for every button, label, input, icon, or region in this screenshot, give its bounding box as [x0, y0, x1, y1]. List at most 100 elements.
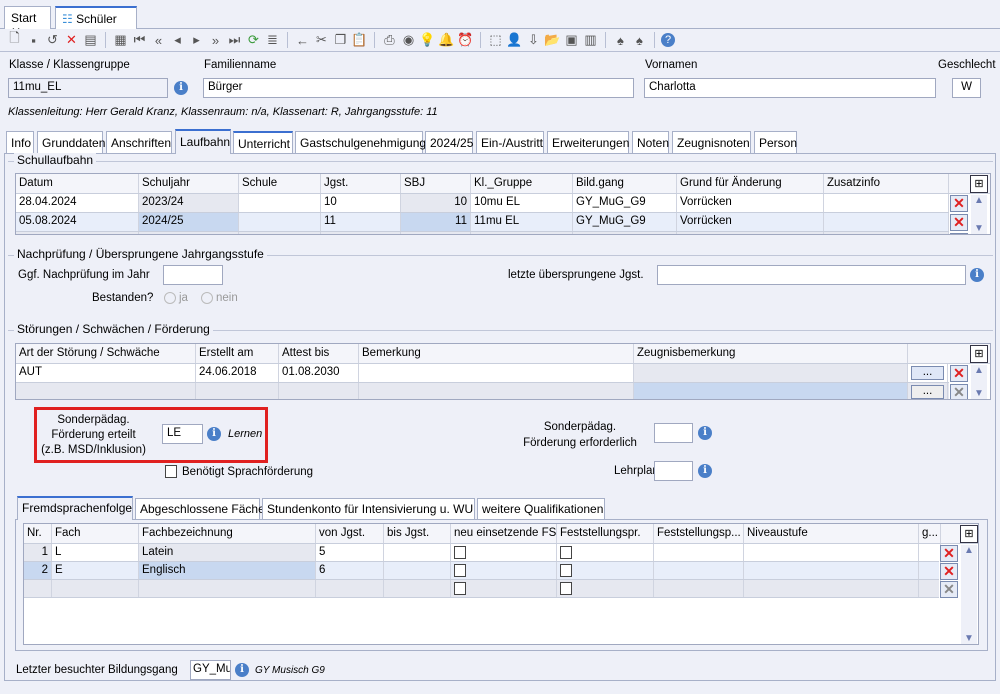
tab-2024-25[interactable]: 2024/25	[425, 131, 473, 153]
sprachfoerderung-checkbox[interactable]: Benötigt Sprachförderung	[165, 465, 313, 478]
details-icon[interactable]: ≣	[264, 32, 281, 49]
column-header[interactable]: Erstellt am	[196, 344, 279, 363]
column-chooser-icon[interactable]: ⊞	[970, 345, 988, 363]
next-icon[interactable]: ▸	[188, 32, 205, 49]
table-cell[interactable]: Vorrücken	[677, 194, 824, 212]
table-row[interactable]: 05.08.2024 2024/25 11 11 11mu EL GY_MuG_G9 Vor…	[16, 213, 949, 232]
table-row[interactable]: 2 E Englisch 6	[24, 562, 941, 580]
table-cell[interactable]	[139, 232, 239, 234]
familienname-field[interactable]: Bürger	[203, 78, 634, 98]
bell-icon[interactable]: 🔔	[438, 32, 455, 49]
table-cell[interactable]: 1	[24, 544, 52, 561]
info-icon[interactable]: i	[698, 426, 712, 440]
column-header[interactable]: Schule	[239, 174, 321, 193]
info-icon[interactable]: i	[698, 464, 712, 478]
prev-icon[interactable]: ◂	[169, 32, 186, 49]
table-cell[interactable]: 10	[401, 194, 471, 212]
column-header[interactable]: Nr.	[24, 524, 52, 543]
table-cell[interactable]: 01.08.2030	[279, 364, 359, 382]
table-cell[interactable]: L	[52, 544, 139, 561]
table-cell[interactable]	[359, 364, 634, 382]
column-header[interactable]: Datum	[16, 174, 139, 193]
table-cell[interactable]	[239, 232, 321, 234]
delete-row-button[interactable]: ✕	[940, 563, 958, 580]
column-header[interactable]: Attest bis	[279, 344, 359, 363]
table-cell[interactable]	[654, 580, 744, 597]
last-icon[interactable]: ⏭	[226, 32, 243, 49]
column-header[interactable]: g...	[919, 524, 941, 543]
table-cell[interactable]	[677, 232, 824, 234]
table-cell[interactable]	[24, 580, 52, 597]
copy-icon[interactable]: ❐	[332, 32, 349, 49]
table-cell[interactable]	[824, 232, 949, 234]
scroll-down-icon[interactable]: ▼	[961, 633, 977, 644]
doc-tab-schueler[interactable]: ☷ Schüler ✕	[55, 6, 137, 40]
lehrplan-field[interactable]	[654, 461, 693, 481]
table-cell[interactable]	[321, 232, 401, 234]
table-row[interactable]	[16, 232, 949, 234]
table-cell[interactable]	[654, 544, 744, 561]
group-a-icon[interactable]: ♠	[612, 32, 629, 49]
list-icon[interactable]: ▦	[112, 32, 129, 49]
scroll-up-icon[interactable]: ▲	[961, 545, 977, 556]
table-cell[interactable]: 6	[316, 562, 384, 579]
tab-noten[interactable]: Noten	[632, 131, 669, 153]
table-cell[interactable]	[451, 562, 557, 579]
checkbox[interactable]	[454, 564, 466, 577]
cut-icon[interactable]: ✂	[313, 32, 330, 49]
table-cell[interactable]	[316, 580, 384, 597]
klasse-field[interactable]: 11mu_EL	[8, 78, 168, 98]
tab-grunddaten[interactable]: Grunddaten	[37, 131, 105, 153]
info-icon[interactable]: i	[235, 663, 249, 677]
column-header[interactable]: Jgst.	[321, 174, 401, 193]
table-row[interactable]: AUT 24.06.2018 01.08.2030...	[16, 364, 949, 383]
table-cell[interactable]	[471, 232, 573, 234]
delete-row-button[interactable]: ✕	[950, 195, 968, 212]
radio-nein[interactable]: nein	[201, 292, 238, 304]
delete-row-button[interactable]: ✕	[950, 365, 968, 382]
import-icon[interactable]: ⇩	[525, 32, 542, 49]
table-cell[interactable]: 11mu EL	[471, 213, 573, 231]
scroll-down-icon[interactable]: ▼	[971, 223, 987, 234]
table-cell[interactable]: 24.06.2018	[196, 364, 279, 382]
table-cell[interactable]	[557, 562, 654, 579]
back-icon[interactable]: ←	[294, 32, 311, 49]
table-cell[interactable]: ...	[908, 383, 948, 399]
table-cell[interactable]: E	[52, 562, 139, 579]
cancel-icon[interactable]: ▤	[82, 32, 99, 49]
scroll-down-icon[interactable]: ▼	[971, 388, 987, 399]
table-cell[interactable]	[557, 580, 654, 597]
table-cell[interactable]	[139, 580, 316, 597]
table-cell[interactable]	[919, 562, 941, 579]
column-header[interactable]: Feststellungsp...	[654, 524, 744, 543]
export-icon[interactable]: ⬚	[487, 32, 504, 49]
uebersprungene-jgst-field[interactable]	[657, 265, 966, 285]
table-cell[interactable]: Latein	[139, 544, 316, 561]
idea-icon[interactable]: 💡	[419, 32, 436, 49]
column-header[interactable]: Schuljahr	[139, 174, 239, 193]
table-cell[interactable]	[919, 580, 941, 597]
table-cell[interactable]: ...	[908, 364, 948, 382]
paste-icon[interactable]: 📋	[351, 32, 368, 49]
table-cell[interactable]	[384, 580, 451, 597]
checkbox[interactable]	[560, 582, 572, 595]
tab-gastschulgenehmigung[interactable]: Gastschulgenehmigung	[295, 131, 426, 153]
checkbox[interactable]	[454, 582, 466, 595]
table-cell[interactable]	[451, 580, 557, 597]
tab-anschriften[interactable]: Anschriften	[106, 131, 172, 153]
table-row[interactable]: 28.04.2024 2023/24 10 10 10mu EL GY_MuG_G9 Vor…	[16, 194, 949, 213]
table-cell[interactable]	[451, 544, 557, 561]
tab-unterricht[interactable]: Unterricht	[233, 131, 293, 153]
radio-ja[interactable]: ja	[164, 292, 188, 304]
column-header[interactable]: Art der Störung / Schwäche	[16, 344, 196, 363]
table-cell[interactable]	[239, 213, 321, 231]
column-header[interactable]: Niveaustufe	[744, 524, 919, 543]
column-header[interactable]: Grund für Änderung	[677, 174, 824, 193]
column-header[interactable]: Bild.gang	[573, 174, 677, 193]
bildungsgang-field[interactable]: GY_Mu	[190, 660, 231, 680]
contact-icon[interactable]: ▥	[582, 32, 599, 49]
column-header[interactable]: von Jgst.	[316, 524, 384, 543]
info-icon[interactable]: i	[174, 81, 188, 95]
bottom-tab-1[interactable]: Abgeschlossene Fächer	[135, 498, 269, 519]
table-cell[interactable]	[824, 194, 949, 212]
